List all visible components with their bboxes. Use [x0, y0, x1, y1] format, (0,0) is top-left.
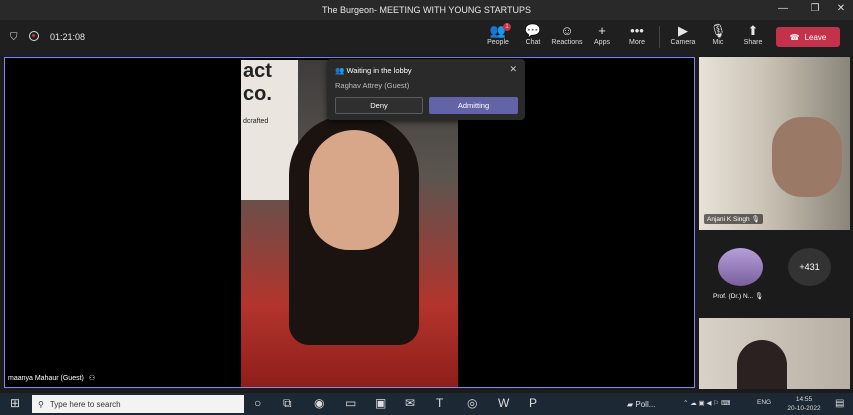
plus-icon: + [598, 23, 606, 38]
reactions-button[interactable]: ☺ Reactions [549, 23, 585, 46]
clock-date: 20-10-2022 [787, 405, 821, 412]
leave-button[interactable]: ☎ Leave [776, 27, 840, 47]
more-button[interactable]: ••• More [619, 23, 655, 46]
ellipsis-icon: ••• [630, 23, 644, 38]
powerpoint-icon[interactable]: P [529, 396, 537, 410]
participant-2-name: Prof. (Dr.) N... 🎙 [710, 291, 766, 301]
participant-tile-3[interactable] [699, 318, 850, 389]
guest-icon: ⚇ [88, 375, 96, 382]
leave-label: Leave [804, 32, 827, 42]
word-icon[interactable]: W [498, 396, 509, 410]
clock-time: 14:55 [795, 396, 813, 403]
chat-label: Chat [525, 39, 541, 46]
poll-app[interactable]: ▰ Poll... [627, 400, 655, 409]
camera-button[interactable]: ▶ Camera [665, 23, 701, 46]
participant-2-avatar[interactable] [718, 248, 763, 286]
cortana-icon[interactable]: ○ [254, 396, 261, 410]
deny-button[interactable]: Deny [335, 97, 423, 114]
overflow-participants[interactable]: +431 [788, 248, 831, 286]
search-placeholder: Type here to search [49, 399, 121, 409]
edge-icon[interactable]: ◉ [314, 396, 324, 410]
lobby-notification: 👥 Waiting in the lobby ✕ Raghav Attrey (… [327, 59, 525, 120]
chrome-icon[interactable]: ◎ [467, 396, 477, 410]
mail-icon[interactable]: ✉ [405, 396, 415, 410]
main-participant-name: maanya Mahaur (Guest) ⚇ [8, 374, 95, 382]
poll-app-label: Poll... [635, 400, 656, 409]
camera-icon: ▶ [678, 23, 688, 38]
participant-tile-1[interactable]: Anjani K Singh 🎙 [699, 57, 850, 230]
reactions-label: Reactions [551, 39, 583, 46]
minimize-icon[interactable]: — [773, 3, 793, 14]
meeting-toolbar: ⛉ 01:21:08 👥 People 1 💬 Chat ☺ Reactions… [0, 20, 853, 56]
share-label: Share [743, 39, 763, 46]
maximize-icon[interactable]: ❐ [805, 3, 825, 14]
taskbar-search[interactable]: ⚲ Type here to search [32, 395, 244, 413]
people-button[interactable]: 👥 People 1 [480, 23, 516, 46]
apps-label: Apps [594, 39, 610, 46]
people-icon: 👥 [335, 66, 345, 75]
windows-start-icon[interactable]: ⊞ [10, 396, 20, 410]
mic-off-icon: 🎙 [751, 216, 760, 223]
file-explorer-icon[interactable]: ▭ [345, 396, 356, 410]
mic-off-icon: 🎙 [709, 23, 727, 38]
chat-button[interactable]: 💬 Chat [515, 23, 551, 46]
people-badge: 1 [503, 23, 511, 31]
mic-off-icon: 🎙 [754, 293, 764, 300]
meeting-timer: 01:21:08 [50, 32, 86, 42]
windows-taskbar: ⊞ ⚲ Type here to search ○ ⧉ ◉ ▭ ▣ ✉ T ◎ … [0, 393, 853, 415]
lobby-title: Waiting in the lobby [346, 66, 412, 75]
admit-button[interactable]: Admitting [429, 97, 518, 114]
more-label: More [629, 39, 645, 46]
clock[interactable]: 14:55 20-10-2022 [780, 395, 828, 413]
notifications-icon[interactable]: ▤ [835, 398, 844, 409]
participant-face [309, 130, 399, 250]
reactions-icon: ☺ [560, 23, 574, 38]
apps-button[interactable]: + Apps [584, 23, 620, 46]
lobby-header: 👥 Waiting in the lobby [335, 66, 412, 75]
shield-icon: ⛉ [10, 32, 18, 43]
record-icon [29, 31, 39, 41]
phone-hangup-icon: ☎ [789, 32, 800, 42]
participant-2-name-text: Prof. (Dr.) N... [713, 293, 754, 300]
close-icon[interactable]: ✕ [509, 64, 517, 75]
window-title: The Burgeon- MEETING WITH YOUNG STARTUPS [321, 5, 532, 15]
system-tray-icons[interactable]: ⌃ ☁ ▣ ◀ ⚐ ⌨ [683, 399, 730, 407]
mic-label: Mic [712, 39, 724, 46]
poll-icon: ▰ [627, 400, 634, 409]
participant-1-name-text: Anjani K Singh [707, 216, 750, 223]
toolbar-divider [659, 26, 660, 48]
search-icon: ⚲ [38, 399, 44, 409]
share-icon: ⬆ [747, 23, 759, 38]
participant-1-name: Anjani K Singh 🎙 [704, 214, 763, 224]
main-participant-name-text: maanya Mahaur (Guest) [8, 375, 84, 382]
chat-icon: 💬 [524, 23, 542, 38]
store-icon[interactable]: ▣ [375, 396, 386, 410]
people-label: People [487, 39, 509, 46]
share-button[interactable]: ⬆ Share [735, 23, 771, 46]
camera-label: Camera [670, 39, 696, 46]
participant-3-video [737, 340, 787, 389]
mic-button[interactable]: 🎙 Mic [700, 23, 736, 46]
title-bar: The Burgeon- MEETING WITH YOUNG STARTUPS… [0, 0, 853, 20]
close-window-icon[interactable]: ✕ [831, 3, 851, 14]
language-indicator[interactable]: ENG [757, 399, 771, 406]
participant-1-video [772, 117, 842, 197]
teams-icon[interactable]: T [436, 396, 443, 410]
lobby-guest-name: Raghav Attrey (Guest) [335, 81, 410, 90]
task-view-icon[interactable]: ⧉ [283, 396, 292, 411]
